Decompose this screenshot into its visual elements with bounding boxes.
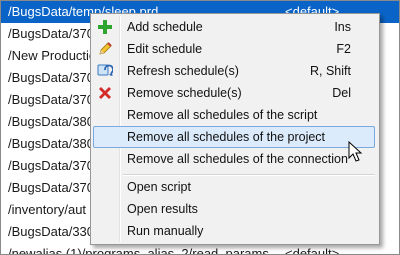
script-path: /inventory/aut (8, 202, 87, 217)
script-path: /BugsData/370 (8, 180, 95, 195)
menu-item-label: Open results (127, 202, 198, 216)
plus-icon (96, 18, 114, 36)
menu-item-label: Remove schedule(s) (127, 86, 242, 100)
menu-item-open-script[interactable]: Open script (93, 176, 375, 198)
menu-item-label: Remove all schedules of the connection (127, 152, 348, 166)
script-path: /BugsData/370 (8, 70, 95, 85)
menu-item-label: Remove all schedules of the script (127, 108, 318, 122)
script-path: /BugsData/380 (8, 114, 95, 129)
context-menu: Add schedule Ins Edit schedule F2 Refres… (90, 13, 380, 245)
script-path: /BugsData/370 (8, 26, 95, 41)
red-x-icon (96, 84, 114, 102)
menu-item-label: Add schedule (127, 20, 203, 34)
script-path: /BugsData/380 (8, 136, 95, 151)
menu-item-run-manually[interactable]: Run manually (93, 220, 375, 242)
menu-item-label: Refresh schedule(s) (127, 64, 239, 78)
menu-item-remove-all-connection[interactable]: Remove all schedules of the connection (93, 148, 375, 170)
menu-item-label: Run manually (127, 224, 204, 238)
menu-item-open-results[interactable]: Open results (93, 198, 375, 220)
menu-item-shortcut: Del (332, 86, 351, 100)
menu-item-remove-all-project[interactable]: Remove all schedules of the project (93, 126, 375, 148)
menu-item-shortcut: F2 (336, 42, 351, 56)
script-path: /New Productio (8, 48, 97, 63)
refresh-icon (96, 62, 114, 80)
menu-item-label: Remove all schedules of the project (127, 130, 326, 144)
menu-item-refresh-schedules[interactable]: Refresh schedule(s) R, Shift (93, 60, 375, 82)
menu-item-label: Edit schedule (127, 42, 203, 56)
menu-item-shortcut: R, Shift (310, 64, 351, 78)
script-path: /BugsData/370 (8, 158, 95, 173)
menu-item-edit-schedule[interactable]: Edit schedule F2 (93, 38, 375, 60)
menu-item-add-schedule[interactable]: Add schedule Ins (93, 16, 375, 38)
pencil-icon (96, 40, 114, 58)
script-path: /newalias (1)/programs_alias_2/read_para… (8, 246, 273, 255)
menu-item-remove-schedules[interactable]: Remove schedule(s) Del (93, 82, 375, 104)
script-path: /BugsData/330 (8, 224, 95, 239)
menu-item-label: Open script (127, 180, 191, 194)
mouse-pointer-icon (348, 141, 363, 162)
menu-item-shortcut: Ins (334, 20, 351, 34)
menu-item-remove-all-script[interactable]: Remove all schedules of the script (93, 104, 375, 126)
schedules-window: /BugsData/temp/sleep.prd <default> /Bugs… (0, 0, 400, 255)
script-path: /BugsData/370 (8, 92, 95, 107)
